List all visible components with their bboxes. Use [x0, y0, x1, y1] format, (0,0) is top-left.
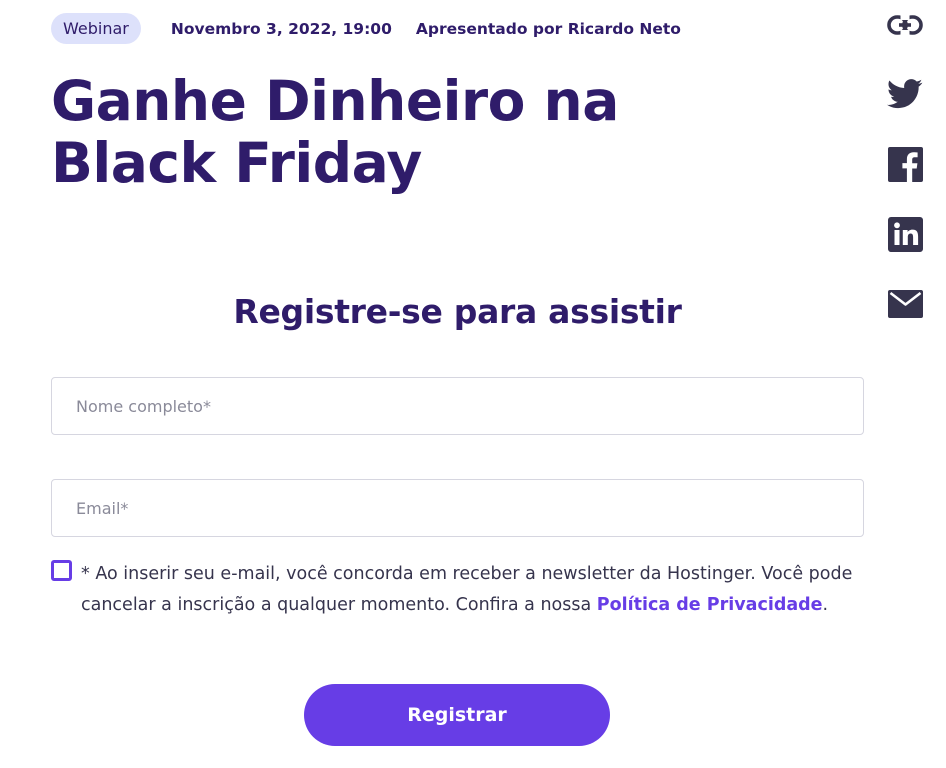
- share-twitter-button[interactable]: [886, 76, 924, 112]
- full-name-input[interactable]: [51, 377, 864, 435]
- email-input[interactable]: [51, 479, 864, 537]
- link-icon: [887, 15, 923, 35]
- register-button[interactable]: Registrar: [304, 684, 610, 746]
- copy-link-button[interactable]: [886, 12, 924, 38]
- twitter-icon: [887, 79, 923, 109]
- privacy-policy-link[interactable]: Política de Privacidade: [597, 595, 823, 615]
- share-email-button[interactable]: [886, 286, 924, 322]
- webinar-badge: Webinar: [51, 13, 141, 44]
- linkedin-icon: [887, 216, 923, 252]
- consent-text-block: * Ao inserir seu e-mail, você concorda e…: [81, 559, 871, 621]
- form-heading: Registre-se para assistir: [233, 292, 682, 331]
- page-title: Ganhe Dinheiro na Black Friday: [51, 69, 619, 195]
- email-icon: [887, 290, 923, 318]
- consent-checkbox[interactable]: [51, 560, 72, 581]
- webinar-presenter: Apresentado por Ricardo Neto: [415, 19, 681, 38]
- consent-text-end: .: [822, 595, 829, 615]
- webinar-registration-page: Webinar Novembro 3, 2022, 19:00 Apresent…: [0, 0, 946, 768]
- webinar-date: Novembro 3, 2022, 19:00: [170, 19, 392, 38]
- share-facebook-button[interactable]: [886, 145, 924, 183]
- share-linkedin-button[interactable]: [886, 215, 924, 253]
- facebook-icon: [887, 146, 923, 182]
- webinar-meta: Webinar Novembro 3, 2022, 19:00 Apresent…: [51, 13, 681, 44]
